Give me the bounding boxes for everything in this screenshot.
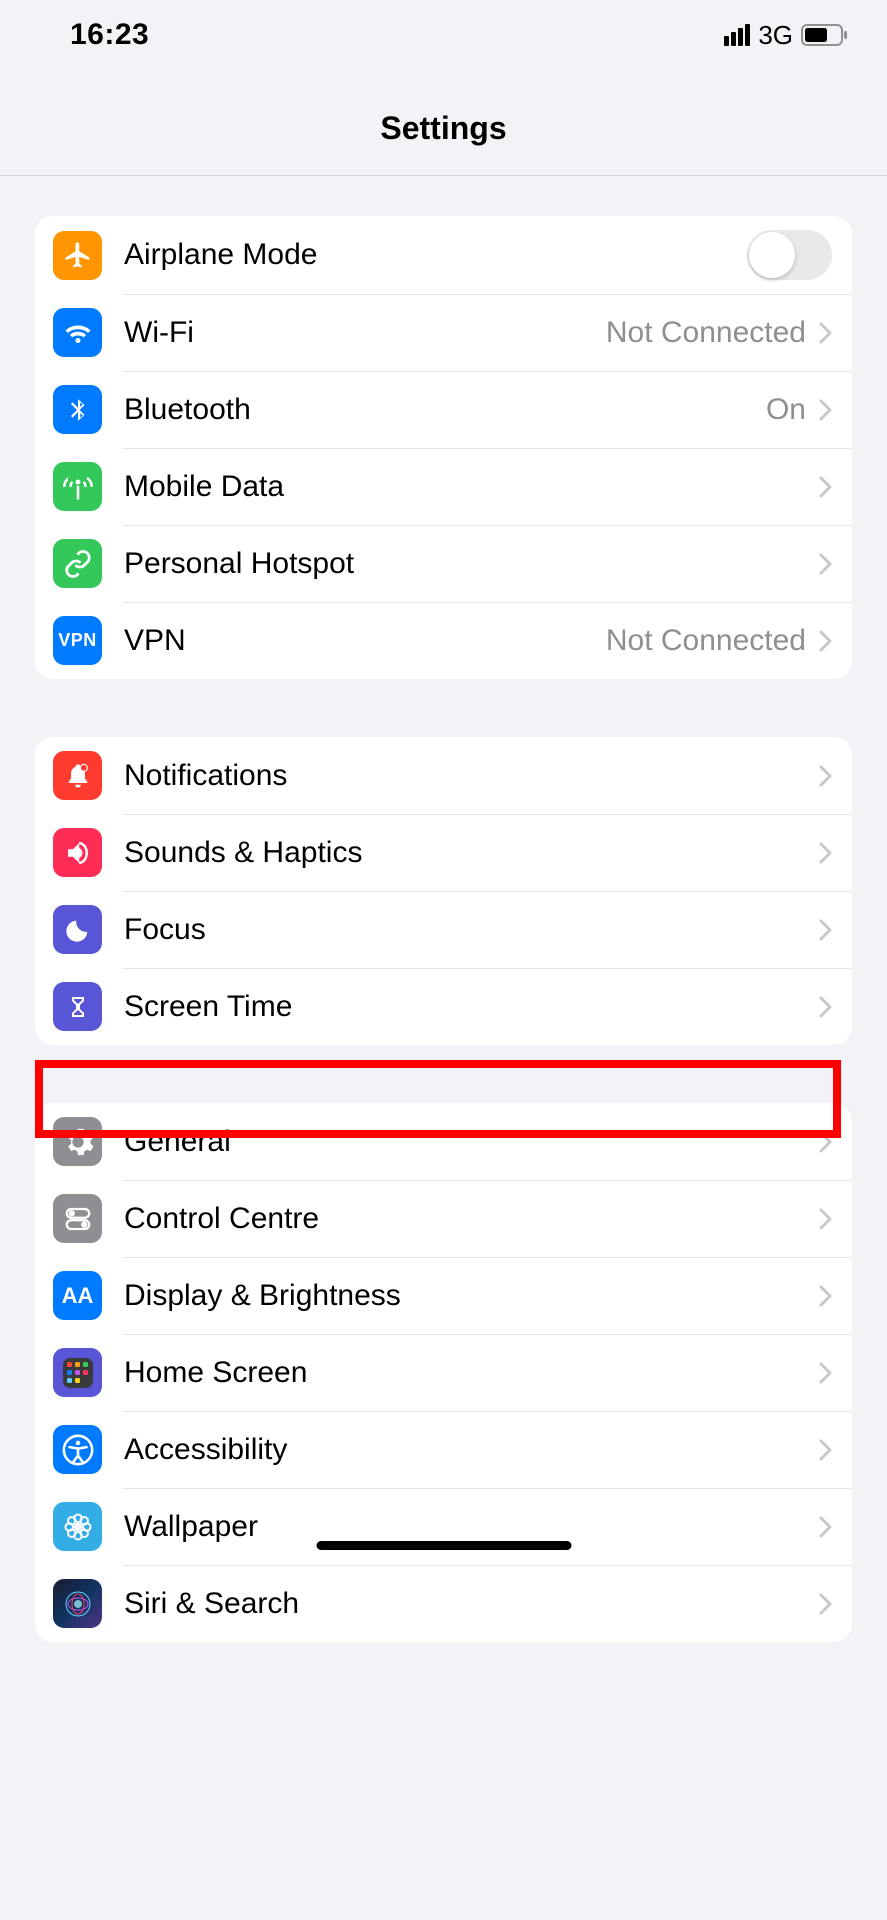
settings-row-wallpaper[interactable]: Wallpaper (35, 1488, 852, 1565)
settings-row-personal-hotspot[interactable]: Personal Hotspot (35, 525, 852, 602)
antenna-icon (53, 462, 102, 511)
chevron-right-icon (818, 764, 832, 788)
chevron-right-icon (818, 629, 832, 653)
row-label: Bluetooth (124, 393, 766, 427)
signal-icon (724, 24, 750, 46)
speaker-icon (53, 828, 102, 877)
accessibility-icon (53, 1425, 102, 1474)
chevron-right-icon (818, 1515, 832, 1539)
aa-icon: AA (53, 1271, 102, 1320)
settings-row-home-screen[interactable]: Home Screen (35, 1334, 852, 1411)
status-time: 16:23 (70, 18, 149, 52)
settings-row-airplane-mode[interactable]: Airplane Mode (35, 216, 852, 294)
link-icon (53, 539, 102, 588)
settings-row-control-centre[interactable]: Control Centre (35, 1180, 852, 1257)
row-label: Display & Brightness (124, 1279, 818, 1313)
settings-row-focus[interactable]: Focus (35, 891, 852, 968)
chevron-right-icon (818, 1130, 832, 1154)
settings-row-general[interactable]: General (35, 1103, 852, 1180)
row-label: Screen Time (124, 990, 818, 1024)
hourglass-icon (53, 982, 102, 1031)
chevron-right-icon (818, 398, 832, 422)
row-label: Sounds & Haptics (124, 836, 818, 870)
row-value: Not Connected (606, 624, 806, 658)
status-bar: 16:23 3G (0, 0, 887, 70)
row-value: Not Connected (606, 316, 806, 350)
bluetooth-icon (53, 385, 102, 434)
row-label: Wi-Fi (124, 316, 606, 350)
settings-row-notifications[interactable]: Notifications (35, 737, 852, 814)
settings-row-screen-time[interactable]: Screen Time (35, 968, 852, 1045)
settings-row-accessibility[interactable]: Accessibility (35, 1411, 852, 1488)
chevron-right-icon (818, 1361, 832, 1385)
chevron-right-icon (818, 918, 832, 942)
airplane-icon (53, 231, 102, 280)
chevron-right-icon (818, 1284, 832, 1308)
row-value: On (766, 393, 806, 427)
chevron-right-icon (818, 475, 832, 499)
settings-row-vpn[interactable]: VPNVPNNot Connected (35, 602, 852, 679)
switches-icon (53, 1194, 102, 1243)
settings-row-sounds-haptics[interactable]: Sounds & Haptics (35, 814, 852, 891)
chevron-right-icon (818, 1207, 832, 1231)
settings-group: Notifications Sounds & Haptics Focus Screen… (35, 737, 852, 1045)
settings-group: General Control Centre AA Display & Brightn… (35, 1103, 852, 1642)
status-indicators: 3G (724, 20, 847, 51)
battery-icon (801, 24, 847, 46)
row-label: Notifications (124, 759, 818, 793)
settings-group: Airplane ModeWi-FiNot ConnectedBluetooth… (35, 216, 852, 679)
gear-icon (53, 1117, 102, 1166)
settings-row-mobile-data[interactable]: Mobile Data (35, 448, 852, 525)
row-label: VPN (124, 624, 606, 658)
home-indicator (316, 1541, 571, 1550)
row-label: Personal Hotspot (124, 547, 818, 581)
chevron-right-icon (818, 321, 832, 345)
chevron-right-icon (818, 841, 832, 865)
page-title: Settings (0, 70, 887, 176)
row-label: Focus (124, 913, 818, 947)
row-label: Wallpaper (124, 1510, 818, 1544)
chevron-right-icon (818, 995, 832, 1019)
row-label: Airplane Mode (124, 238, 747, 272)
row-label: Accessibility (124, 1433, 818, 1467)
row-label: Mobile Data (124, 470, 818, 504)
row-label: Control Centre (124, 1202, 818, 1236)
row-label: Siri & Search (124, 1587, 818, 1621)
wifi-icon (53, 308, 102, 357)
settings-row-wifi[interactable]: Wi-FiNot Connected (35, 294, 852, 371)
siri-icon (53, 1579, 102, 1628)
chevron-right-icon (818, 1592, 832, 1616)
chevron-right-icon (818, 552, 832, 576)
moon-icon (53, 905, 102, 954)
settings-row-siri-search[interactable]: Siri & Search (35, 1565, 852, 1642)
row-label: Home Screen (124, 1356, 818, 1390)
settings-row-display-brightness[interactable]: AA Display & Brightness (35, 1257, 852, 1334)
network-label: 3G (758, 20, 793, 51)
chevron-right-icon (818, 1438, 832, 1462)
settings-content: Airplane ModeWi-FiNot ConnectedBluetooth… (0, 176, 887, 1642)
vpn-icon: VPN (53, 616, 102, 665)
grid-icon (53, 1348, 102, 1397)
bell-icon (53, 751, 102, 800)
toggle-airplane-mode[interactable] (747, 230, 832, 280)
row-label: General (124, 1125, 818, 1159)
settings-row-bluetooth[interactable]: BluetoothOn (35, 371, 852, 448)
flower-icon (53, 1502, 102, 1551)
